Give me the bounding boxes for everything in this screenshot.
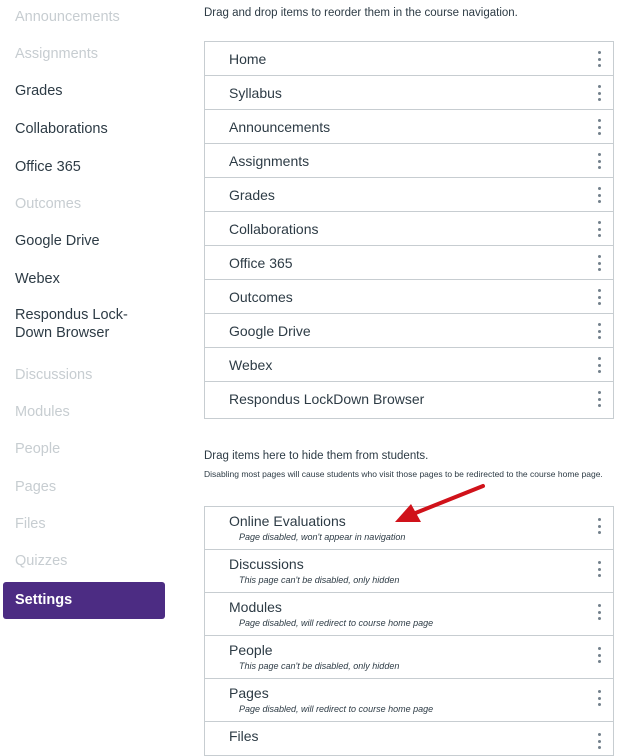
sidebar-item-pages[interactable]: Pages (15, 478, 56, 496)
sidebar-item-people[interactable]: People (15, 440, 60, 458)
sidebar-item-respondus-lock-down-browser[interactable]: Respondus Lock- Down Browser (15, 306, 128, 342)
drag-handle-icon[interactable] (597, 51, 601, 67)
sidebar-item-quizzes[interactable]: Quizzes (15, 552, 67, 570)
hide-items-title: Drag items here to hide them from studen… (204, 450, 429, 462)
hidden-item-status: This page can't be disabled, only hidden (239, 575, 400, 585)
drag-handle-icon[interactable] (597, 289, 601, 305)
enabled-nav-list: Home Syllabus Announcements Assignments Grad… (204, 41, 614, 419)
sidebar-item-label: Announcements (15, 9, 120, 25)
sidebar-item-google-drive[interactable]: Google Drive (15, 232, 100, 250)
hidden-item-status: Page disabled, won't appear in navigatio… (239, 532, 406, 542)
sidebar-item-label: Files (15, 516, 46, 532)
nav-item-respondus-lockdown-browser[interactable]: Respondus LockDown Browser (205, 382, 613, 416)
nav-item-collaborations[interactable]: Collaborations (205, 212, 613, 246)
sidebar-item-label: Outcomes (15, 196, 82, 212)
sidebar-item-label: Respondus Lock- (15, 307, 128, 323)
sidebar-item-label: Settings (15, 592, 73, 608)
drag-handle-icon[interactable] (597, 323, 601, 339)
drag-handle-icon[interactable] (597, 647, 601, 663)
drag-handle-icon[interactable] (597, 391, 601, 407)
sidebar-item-label: Pages (15, 479, 57, 495)
hidden-item-pages[interactable]: Pages Page disabled, will redirect to cou… (205, 679, 613, 722)
hidden-item-people[interactable]: People This page can't be disabled, only … (205, 636, 613, 679)
sidebar-item-office-365[interactable]: Office 365 (15, 158, 81, 176)
sidebar-item-discussions[interactable]: Discussions (15, 366, 92, 384)
hidden-item-discussions[interactable]: Discussions This page can't be disabled, … (205, 550, 613, 593)
sidebar-item-webex[interactable]: Webex (15, 270, 60, 288)
nav-item-label: Assignments (229, 153, 310, 169)
nav-item-label: Announcements (229, 119, 331, 135)
drag-handle-icon[interactable] (597, 221, 601, 237)
hidden-item-label: Online Evaluations (229, 513, 346, 529)
sidebar-item-label: Webex (15, 271, 60, 287)
sidebar-item-announcements[interactable]: Announcements (15, 8, 120, 26)
sidebar-item-assignments[interactable]: Assignments (15, 45, 98, 63)
nav-item-label: Webex (229, 357, 273, 373)
hidden-item-files[interactable]: Files (205, 722, 613, 755)
drag-handle-icon[interactable] (597, 153, 601, 169)
hidden-item-label: Discussions (229, 556, 304, 572)
nav-item-label: Outcomes (229, 289, 293, 305)
drag-handle-icon[interactable] (597, 561, 601, 577)
hidden-item-label: Pages (229, 685, 269, 701)
sidebar-item-label: Assignments (15, 46, 99, 62)
hidden-item-label: Modules (229, 599, 282, 615)
hidden-item-label: People (229, 642, 273, 658)
sidebar-item-label: Grades (15, 83, 63, 99)
nav-item-grades[interactable]: Grades (205, 178, 613, 212)
hidden-item-status: Page disabled, will redirect to course h… (239, 704, 434, 714)
sidebar-item-label: People (15, 441, 61, 457)
drag-handle-icon[interactable] (597, 85, 601, 101)
nav-item-outcomes[interactable]: Outcomes (205, 280, 613, 314)
nav-item-syllabus[interactable]: Syllabus (205, 76, 613, 110)
nav-item-webex[interactable]: Webex (205, 348, 613, 382)
drag-handle-icon[interactable] (597, 518, 601, 534)
nav-item-office-365[interactable]: Office 365 (205, 246, 613, 280)
nav-item-label: Grades (229, 187, 275, 203)
hidden-nav-list: Online Evaluations Page disabled, won't a… (204, 506, 614, 756)
nav-item-label: Office 365 (229, 255, 293, 271)
hidden-item-label: Files (229, 728, 259, 744)
sidebar-item-files[interactable]: Files (15, 515, 46, 533)
drag-handle-icon[interactable] (597, 119, 601, 135)
reorder-instruction: Drag and drop items to reorder them in t… (204, 7, 518, 19)
sidebar-item-label: Modules (15, 404, 70, 420)
drag-handle-icon[interactable] (597, 690, 601, 706)
sidebar-item-label: Collaborations (15, 121, 108, 137)
hidden-item-status: Page disabled, will redirect to course h… (239, 618, 434, 628)
sidebar-item-settings[interactable]: Settings (3, 582, 165, 619)
sidebar-item-label: Google Drive (15, 233, 100, 249)
drag-handle-icon[interactable] (597, 187, 601, 203)
nav-item-label: Syllabus (229, 85, 282, 101)
nav-item-label: Collaborations (229, 221, 319, 237)
sidebar-item-label: Quizzes (15, 553, 68, 569)
sidebar-item-collaborations[interactable]: Collaborations (15, 120, 108, 138)
sidebar-item-modules[interactable]: Modules (15, 403, 70, 421)
drag-handle-icon[interactable] (597, 357, 601, 373)
navigation-settings-panel: Drag and drop items to reorder them in t… (200, 0, 618, 756)
sidebar-item-label: Discussions (15, 367, 93, 383)
hidden-item-modules[interactable]: Modules Page disabled, will redirect to c… (205, 593, 613, 636)
red-arrow-annotation (395, 484, 485, 522)
sidebar-item-grades[interactable]: Grades (15, 82, 63, 100)
nav-item-announcements[interactable]: Announcements (205, 110, 613, 144)
sidebar-item-label-line2: Down Browser (15, 325, 110, 341)
sidebar-item-outcomes[interactable]: Outcomes (15, 195, 81, 213)
nav-item-label: Home (229, 51, 267, 67)
sidebar-item-label: Office 365 (15, 159, 81, 175)
nav-item-label: Respondus LockDown Browser (229, 391, 425, 407)
nav-item-home[interactable]: Home (205, 42, 613, 76)
nav-item-google-drive[interactable]: Google Drive (205, 314, 613, 348)
nav-item-label: Google Drive (229, 323, 311, 339)
drag-handle-icon[interactable] (597, 604, 601, 620)
drag-handle-icon[interactable] (597, 255, 601, 271)
drag-handle-icon[interactable] (597, 733, 601, 749)
hidden-item-status: This page can't be disabled, only hidden (239, 661, 400, 671)
nav-item-assignments[interactable]: Assignments (205, 144, 613, 178)
course-sidebar: Announcements Assignments Grades Collaborat… (0, 0, 170, 744)
